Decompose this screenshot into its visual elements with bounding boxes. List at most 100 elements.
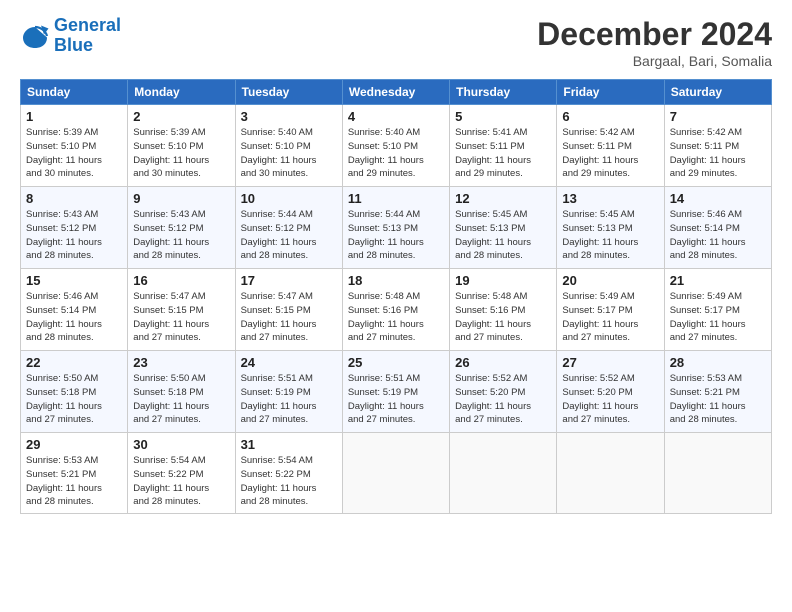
calendar-cell: 26 Sunrise: 5:52 AMSunset: 5:20 PMDayligh… — [450, 351, 557, 433]
day-number: 13 — [562, 191, 658, 206]
day-info: Sunrise: 5:43 AMSunset: 5:12 PMDaylight:… — [133, 208, 229, 263]
title-block: December 2024 Bargaal, Bari, Somalia — [537, 16, 772, 69]
col-saturday: Saturday — [664, 80, 771, 105]
day-info: Sunrise: 5:51 AMSunset: 5:19 PMDaylight:… — [348, 372, 444, 427]
day-number: 14 — [670, 191, 766, 206]
calendar-cell: 31 Sunrise: 5:54 AMSunset: 5:22 PMDayligh… — [235, 433, 342, 514]
day-info: Sunrise: 5:54 AMSunset: 5:22 PMDaylight:… — [133, 454, 229, 509]
day-number: 29 — [26, 437, 122, 452]
calendar-cell: 21 Sunrise: 5:49 AMSunset: 5:17 PMDayligh… — [664, 269, 771, 351]
day-info: Sunrise: 5:46 AMSunset: 5:14 PMDaylight:… — [670, 208, 766, 263]
calendar-cell: 9 Sunrise: 5:43 AMSunset: 5:12 PMDaylight… — [128, 187, 235, 269]
day-number: 2 — [133, 109, 229, 124]
day-info: Sunrise: 5:50 AMSunset: 5:18 PMDaylight:… — [26, 372, 122, 427]
header-row: Sunday Monday Tuesday Wednesday Thursday… — [21, 80, 772, 105]
col-tuesday: Tuesday — [235, 80, 342, 105]
day-number: 10 — [241, 191, 337, 206]
calendar-cell: 11 Sunrise: 5:44 AMSunset: 5:13 PMDayligh… — [342, 187, 449, 269]
calendar-table: Sunday Monday Tuesday Wednesday Thursday… — [20, 79, 772, 514]
logo-blue: Blue — [54, 35, 93, 55]
day-number: 9 — [133, 191, 229, 206]
day-info: Sunrise: 5:45 AMSunset: 5:13 PMDaylight:… — [455, 208, 551, 263]
calendar-cell: 28Sunrise: 5:53 AMSunset: 5:21 PMDayligh… — [664, 351, 771, 433]
day-info: Sunrise: 5:47 AMSunset: 5:15 PMDaylight:… — [133, 290, 229, 345]
calendar-cell: 25Sunrise: 5:51 AMSunset: 5:19 PMDayligh… — [342, 351, 449, 433]
calendar-cell: 22 Sunrise: 5:50 AMSunset: 5:18 PMDayligh… — [21, 351, 128, 433]
day-number: 27 — [562, 355, 658, 370]
calendar-cell: 30 Sunrise: 5:54 AMSunset: 5:22 PMDayligh… — [128, 433, 235, 514]
col-sunday: Sunday — [21, 80, 128, 105]
calendar-cell: 8 Sunrise: 5:43 AMSunset: 5:12 PMDaylight… — [21, 187, 128, 269]
day-info: Sunrise: 5:51 AMSunset: 5:19 PMDaylight:… — [241, 372, 337, 427]
day-number: 15 — [26, 273, 122, 288]
calendar-cell: 10 Sunrise: 5:44 AMSunset: 5:12 PMDayligh… — [235, 187, 342, 269]
day-info: Sunrise: 5:53 AMSunset: 5:21 PMDaylight:… — [26, 454, 122, 509]
subtitle: Bargaal, Bari, Somalia — [537, 53, 772, 69]
day-number: 3 — [241, 109, 337, 124]
day-info: Sunrise: 5:41 AMSunset: 5:11 PMDaylight:… — [455, 126, 551, 181]
day-number: 12 — [455, 191, 551, 206]
calendar-cell: 12 Sunrise: 5:45 AMSunset: 5:13 PMDayligh… — [450, 187, 557, 269]
day-info: Sunrise: 5:47 AMSunset: 5:15 PMDaylight:… — [241, 290, 337, 345]
col-monday: Monday — [128, 80, 235, 105]
calendar-body: 1 Sunrise: 5:39 AMSunset: 5:10 PMDaylight… — [21, 105, 772, 514]
day-info: Sunrise: 5:44 AMSunset: 5:13 PMDaylight:… — [348, 208, 444, 263]
day-info: Sunrise: 5:39 AMSunset: 5:10 PMDaylight:… — [133, 126, 229, 181]
logo-icon — [20, 21, 50, 51]
day-number: 1 — [26, 109, 122, 124]
calendar-cell: 16 Sunrise: 5:47 AMSunset: 5:15 PMDayligh… — [128, 269, 235, 351]
day-number: 18 — [348, 273, 444, 288]
day-number: 30 — [133, 437, 229, 452]
day-info: Sunrise: 5:48 AMSunset: 5:16 PMDaylight:… — [455, 290, 551, 345]
page: General Blue December 2024 Bargaal, Bari… — [0, 0, 792, 612]
day-number: 23 — [133, 355, 229, 370]
day-info: Sunrise: 5:50 AMSunset: 5:18 PMDaylight:… — [133, 372, 229, 427]
day-number: 20 — [562, 273, 658, 288]
day-info: Sunrise: 5:40 AMSunset: 5:10 PMDaylight:… — [241, 126, 337, 181]
day-number: 24 — [241, 355, 337, 370]
day-number: 8 — [26, 191, 122, 206]
calendar-cell — [664, 433, 771, 514]
calendar-cell: 20Sunrise: 5:49 AMSunset: 5:17 PMDayligh… — [557, 269, 664, 351]
logo-text: General Blue — [54, 16, 121, 56]
day-info: Sunrise: 5:53 AMSunset: 5:21 PMDaylight:… — [670, 372, 766, 427]
day-info: Sunrise: 5:44 AMSunset: 5:12 PMDaylight:… — [241, 208, 337, 263]
day-number: 21 — [670, 273, 766, 288]
calendar-cell: 2 Sunrise: 5:39 AMSunset: 5:10 PMDaylight… — [128, 105, 235, 187]
day-info: Sunrise: 5:42 AMSunset: 5:11 PMDaylight:… — [562, 126, 658, 181]
header: General Blue December 2024 Bargaal, Bari… — [20, 16, 772, 69]
calendar-cell: 19Sunrise: 5:48 AMSunset: 5:16 PMDayligh… — [450, 269, 557, 351]
day-info: Sunrise: 5:48 AMSunset: 5:16 PMDaylight:… — [348, 290, 444, 345]
calendar-cell: 24 Sunrise: 5:51 AMSunset: 5:19 PMDayligh… — [235, 351, 342, 433]
calendar-cell: 27 Sunrise: 5:52 AMSunset: 5:20 PMDayligh… — [557, 351, 664, 433]
calendar-cell — [557, 433, 664, 514]
day-number: 26 — [455, 355, 551, 370]
day-number: 16 — [133, 273, 229, 288]
day-info: Sunrise: 5:43 AMSunset: 5:12 PMDaylight:… — [26, 208, 122, 263]
col-wednesday: Wednesday — [342, 80, 449, 105]
day-number: 4 — [348, 109, 444, 124]
day-number: 5 — [455, 109, 551, 124]
day-number: 22 — [26, 355, 122, 370]
logo-general: General — [54, 15, 121, 35]
day-number: 17 — [241, 273, 337, 288]
calendar-cell: 17 Sunrise: 5:47 AMSunset: 5:15 PMDayligh… — [235, 269, 342, 351]
calendar-cell: 23 Sunrise: 5:50 AMSunset: 5:18 PMDayligh… — [128, 351, 235, 433]
day-info: Sunrise: 5:52 AMSunset: 5:20 PMDaylight:… — [455, 372, 551, 427]
day-info: Sunrise: 5:54 AMSunset: 5:22 PMDaylight:… — [241, 454, 337, 509]
calendar-cell: 1 Sunrise: 5:39 AMSunset: 5:10 PMDaylight… — [21, 105, 128, 187]
calendar-cell: 15Sunrise: 5:46 AMSunset: 5:14 PMDayligh… — [21, 269, 128, 351]
day-info: Sunrise: 5:49 AMSunset: 5:17 PMDaylight:… — [670, 290, 766, 345]
calendar-cell: 3 Sunrise: 5:40 AMSunset: 5:10 PMDaylight… — [235, 105, 342, 187]
calendar-cell: 14 Sunrise: 5:46 AMSunset: 5:14 PMDayligh… — [664, 187, 771, 269]
day-info: Sunrise: 5:52 AMSunset: 5:20 PMDaylight:… — [562, 372, 658, 427]
logo: General Blue — [20, 16, 121, 56]
day-info: Sunrise: 5:45 AMSunset: 5:13 PMDaylight:… — [562, 208, 658, 263]
day-number: 11 — [348, 191, 444, 206]
day-number: 31 — [241, 437, 337, 452]
day-info: Sunrise: 5:39 AMSunset: 5:10 PMDaylight:… — [26, 126, 122, 181]
calendar-cell: 18 Sunrise: 5:48 AMSunset: 5:16 PMDayligh… — [342, 269, 449, 351]
calendar-cell: 13 Sunrise: 5:45 AMSunset: 5:13 PMDayligh… — [557, 187, 664, 269]
col-thursday: Thursday — [450, 80, 557, 105]
calendar-cell: 6Sunrise: 5:42 AMSunset: 5:11 PMDaylight… — [557, 105, 664, 187]
